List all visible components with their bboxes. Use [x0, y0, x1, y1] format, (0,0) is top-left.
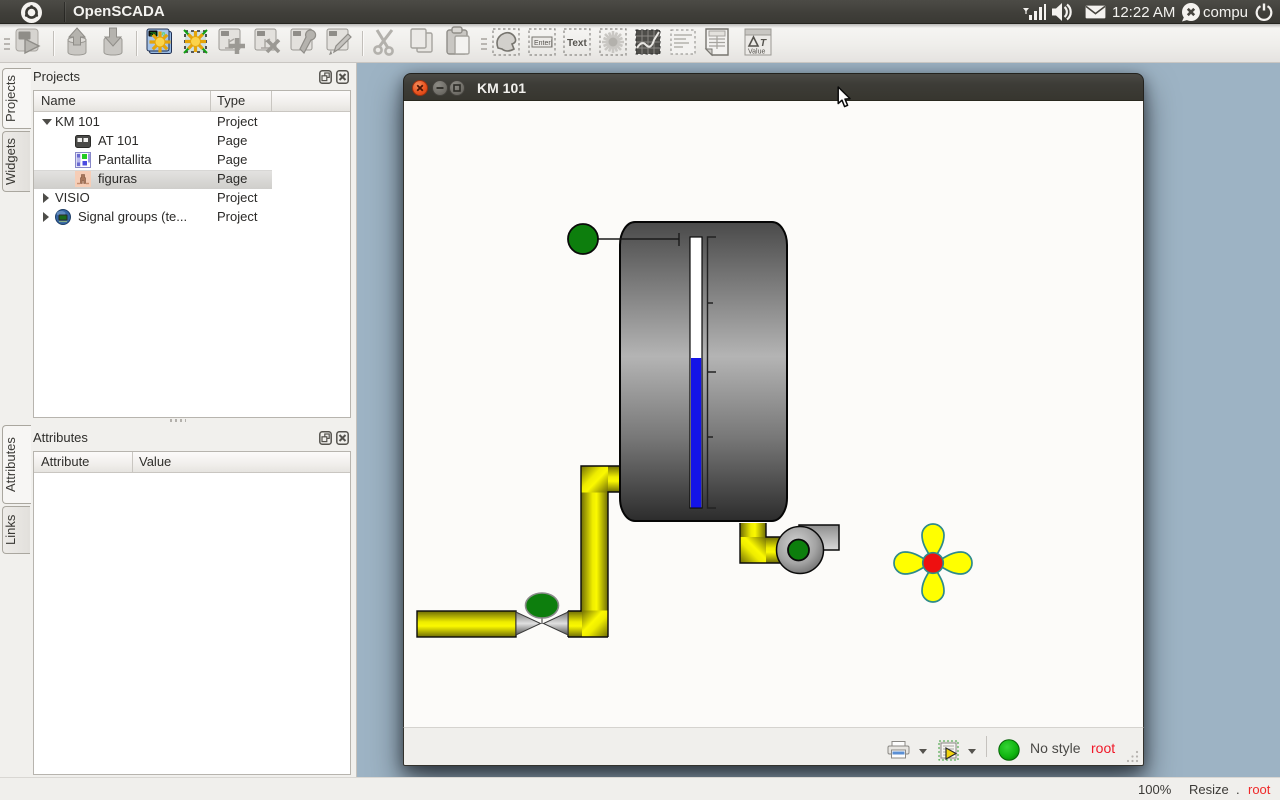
svg-text:20:30: 20:30 — [150, 32, 165, 38]
svg-text:T: T — [760, 38, 767, 49]
svg-text:Value: Value — [748, 49, 765, 56]
svg-text:Enter|: Enter| — [534, 40, 553, 47]
svg-text:Text: Text — [567, 38, 587, 49]
